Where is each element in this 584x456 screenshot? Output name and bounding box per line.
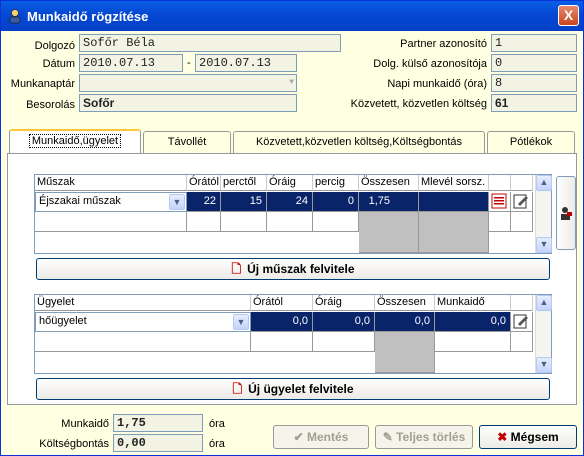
ugyelet-value: hőügyelet	[39, 315, 87, 327]
perctol-cell[interactable]: 15	[221, 192, 267, 212]
oraig-cell[interactable]: 24	[267, 192, 313, 212]
col-percig: percig	[313, 175, 359, 191]
tab-munkaido[interactable]: Munkaidő,ügyelet	[9, 129, 141, 154]
duty-scrollbar[interactable]: ▲ ▼	[535, 295, 552, 373]
kulso-label: Dolg. külső azonosítója	[373, 58, 487, 70]
col-perctol: perctől	[221, 175, 267, 191]
close-icon: ✖	[497, 430, 511, 444]
kulso-field: 0	[491, 54, 577, 72]
osszesen-cell: 1,75	[359, 192, 419, 212]
besorolas-field: Sofőr	[79, 94, 297, 112]
munkanaptar-label: Munkanaptár	[10, 78, 75, 90]
datum-to-field: 2010.07.13	[195, 54, 297, 72]
ugyelet-select[interactable]: hőügyelet ▼	[35, 312, 251, 332]
col-osszesen: Összesen	[375, 295, 435, 311]
close-button[interactable]: X	[558, 5, 579, 26]
oratol-cell[interactable]: 22	[187, 192, 221, 212]
cancel-label: Mégsem	[510, 430, 559, 444]
col-oraig: Óráig	[313, 295, 375, 311]
koltseg-label: Közvetett, közvetlen költség	[350, 98, 487, 110]
munkanaptar-select[interactable]: ▼	[79, 74, 297, 92]
chevron-down-icon: ▼	[289, 78, 294, 87]
duty-oratol-cell[interactable]: 0,0	[251, 312, 313, 332]
col-oratol: Órától	[187, 175, 221, 191]
scroll-down-icon[interactable]: ▼	[536, 237, 552, 253]
edit-icon	[513, 314, 528, 329]
dolgozo-field: Sofőr Béla	[79, 34, 341, 52]
new-duty-label: Új ügyelet felvitele	[248, 382, 354, 396]
tab-koltseg[interactable]: Közvetett,közvetlen költség,Költségbontá…	[233, 131, 485, 153]
check-icon: ✔	[293, 430, 308, 444]
tab-panel: Műszak Órától perctől Óráig percig Össze…	[7, 153, 577, 405]
dolgozo-label: Dolgozó	[34, 40, 75, 52]
worker-icon	[561, 207, 572, 220]
munkaido-field: 1,75	[113, 414, 203, 432]
side-action-button[interactable]	[556, 176, 576, 250]
duty-grid: Ügyelet Órától Óráig Összesen Munkaidő h…	[34, 294, 552, 374]
col-munkaido: Munkaidő	[435, 295, 511, 311]
col-oratol: Órától	[251, 295, 313, 311]
koltsegbontas-field: 0,00	[113, 434, 203, 452]
partner-label: Partner azonosító	[400, 38, 487, 50]
scroll-down-icon[interactable]: ▼	[536, 357, 552, 373]
munkaido-unit: óra	[209, 418, 225, 430]
munkaido-label: Munkaidő	[61, 418, 109, 430]
main-window: Munkaidő rögzítése X Dolgozó Sofőr Béla …	[0, 0, 584, 456]
partner-field: 1	[491, 34, 577, 52]
col-osszesen: Összesen	[359, 175, 419, 191]
duty-osszesen-cell: 0,0	[375, 312, 435, 332]
koltsegbontas-label: Költségbontás	[39, 438, 109, 450]
save-button[interactable]: ✔ Mentés	[273, 425, 369, 449]
delete-icon: ✎	[382, 430, 397, 444]
napi-label: Napi munkaidő (óra)	[387, 78, 487, 90]
app-icon	[9, 9, 21, 24]
delete-all-label: Teljes törlés	[396, 430, 466, 444]
besorolas-label: Besorolás	[26, 99, 75, 111]
new-shift-label: Új műszak felvitele	[247, 262, 355, 276]
datum-from-field: 2010.07.13	[79, 54, 183, 72]
napi-field: 8	[491, 74, 577, 92]
new-page-icon: 🗋	[231, 262, 242, 276]
tab-tavollet[interactable]: Távollét	[143, 131, 231, 153]
new-shift-button[interactable]: 🗋 Új műszak felvitele	[36, 258, 550, 280]
duty-edit-button[interactable]	[511, 312, 533, 332]
scroll-up-icon[interactable]: ▲	[536, 295, 552, 311]
scroll-up-icon[interactable]: ▲	[536, 175, 552, 191]
koltseg-field: 61	[491, 94, 577, 112]
cancel-button[interactable]: ✖ Mégsem	[479, 425, 577, 449]
tab-munkaido-label: Munkaidő,ügyelet	[28, 134, 122, 148]
window-title: Munkaidő rögzítése	[27, 9, 149, 24]
shift-scrollbar[interactable]: ▲ ▼	[535, 175, 552, 253]
duty-munkaido-cell[interactable]: 0,0	[435, 312, 511, 332]
save-label: Mentés	[307, 430, 349, 444]
koltsegbontas-unit: óra	[209, 438, 225, 450]
shift-grid: Műszak Órától perctől Óráig percig Össze…	[34, 174, 552, 254]
delete-all-button[interactable]: ✎ Teljes törlés	[375, 425, 473, 449]
col-mlevel: Mlevél sorsz.	[419, 175, 489, 191]
duty-oraig-cell[interactable]: 0,0	[313, 312, 375, 332]
edit-button[interactable]	[511, 192, 533, 212]
muszak-value: Éjszakai műszak	[39, 195, 121, 207]
chevron-down-icon[interactable]: ▼	[169, 194, 185, 210]
datum-separator: -	[187, 57, 191, 69]
col-muszak: Műszak	[35, 175, 187, 191]
mlevel-cell[interactable]	[419, 192, 489, 212]
col-oraig: Óráig	[267, 175, 313, 191]
edit-icon	[513, 194, 528, 209]
datum-label: Dátum	[42, 58, 75, 70]
col-ugyelet: Ügyelet	[35, 295, 251, 311]
new-duty-button[interactable]: 🗋 Új ügyelet felvitele	[36, 378, 550, 400]
chevron-down-icon[interactable]: ▼	[233, 314, 249, 330]
list-button[interactable]	[489, 192, 511, 212]
tab-potlekok[interactable]: Pótlékok	[487, 131, 575, 153]
muszak-select[interactable]: Éjszakai műszak ▼	[35, 192, 187, 212]
title-bar: Munkaidő rögzítése X	[1, 1, 583, 31]
list-icon	[491, 193, 507, 209]
percig-cell[interactable]: 0	[313, 192, 359, 212]
new-page-icon: 🗋	[232, 382, 243, 396]
